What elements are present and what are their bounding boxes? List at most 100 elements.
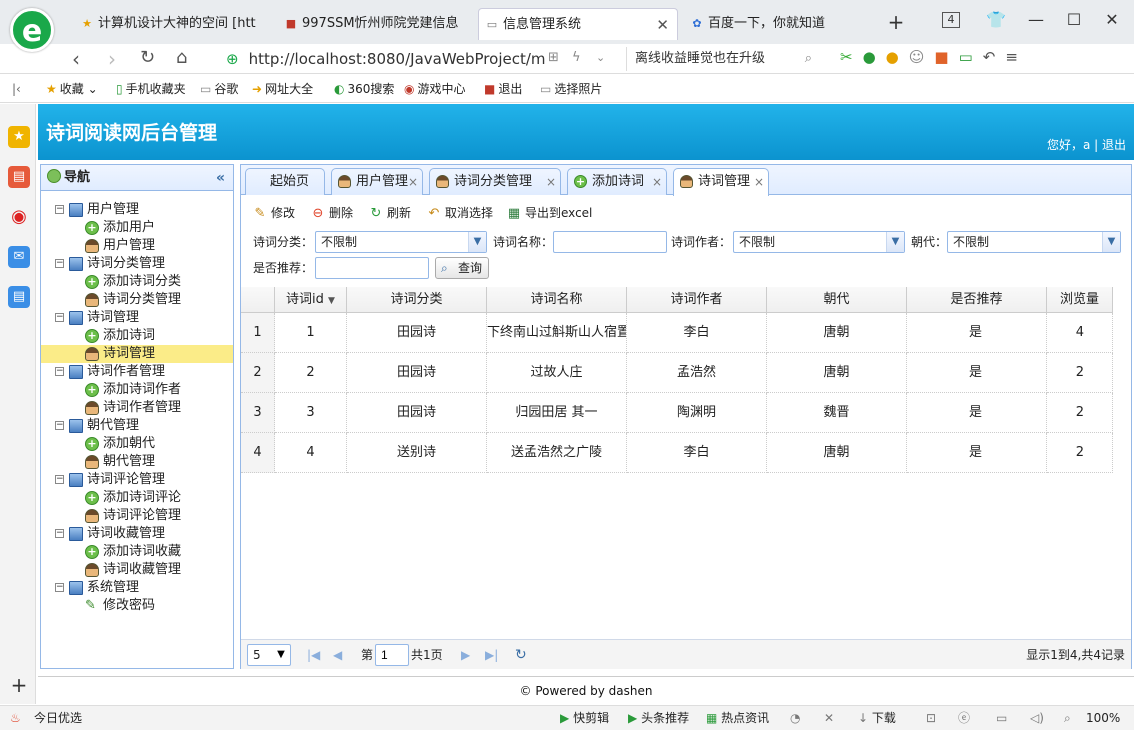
nav-item[interactable]: 诗词评论管理 — [41, 507, 233, 525]
grid-icon[interactable]: ⊞ — [548, 50, 559, 65]
search-button[interactable]: ⌕ 查询 — [435, 257, 490, 279]
reload-icon[interactable]: ↻ — [140, 47, 155, 68]
mail-icon[interactable]: ✉ — [8, 246, 30, 268]
bookmark-360[interactable]: ◐ 360搜索 — [334, 75, 394, 103]
expand-toggle-icon[interactable]: − — [55, 583, 64, 592]
chevron-down-icon[interactable]: ⌄ — [596, 51, 605, 64]
back-icon[interactable]: ‹ — [72, 47, 80, 71]
content-tab[interactable]: 诗词管理 × — [673, 168, 769, 196]
lightning-icon[interactable]: ϟ — [572, 50, 581, 65]
nav-group[interactable]: − 朝代管理 — [41, 417, 233, 435]
ie-icon[interactable]: ⓔ — [958, 706, 970, 730]
new-tab-button[interactable]: + — [886, 10, 906, 34]
prev-page-icon[interactable]: ◀ — [333, 645, 342, 665]
close-icon[interactable]: × — [408, 169, 418, 195]
search-icon[interactable]: ⌕ — [805, 47, 812, 71]
battery-icon[interactable]: ▭ — [959, 48, 983, 66]
emoji-icon[interactable]: ☺ — [909, 48, 935, 66]
expand-toggle-icon[interactable]: − — [55, 421, 64, 430]
news-search-box[interactable]: 离线收益睡觉也在升级 ⌕ — [626, 47, 822, 71]
dynasty-filter-select[interactable]: 不限制 ▼ — [947, 231, 1121, 253]
undo-icon[interactable]: ↶ — [983, 48, 1006, 66]
content-tab[interactable]: 起始页 — [245, 168, 325, 195]
last-page-icon[interactable]: ▶| — [485, 645, 498, 665]
browser-tab-4[interactable]: ✿ 百度一下，你就知道 — [684, 8, 874, 40]
home-icon[interactable]: ⌂ — [176, 47, 187, 68]
edit-button[interactable]: ✎ 修改 — [253, 203, 295, 224]
expand-toggle-icon[interactable]: − — [55, 367, 64, 376]
column-header[interactable]: 诗词id ▼ — [275, 287, 347, 313]
name-filter-input[interactable] — [553, 231, 667, 253]
browser-tab-1[interactable]: ★ 计算机设计大神的空间 [htt — [74, 8, 270, 40]
nav-item[interactable]: + 添加诗词评论 — [41, 489, 233, 507]
apps-icon[interactable]: ■ — [934, 48, 958, 66]
content-tab[interactable]: 用户管理 × — [331, 168, 423, 195]
bookmark-exit[interactable]: ■ 退出 — [484, 75, 522, 103]
export-excel-button[interactable]: ▦ 导出到excel — [507, 203, 593, 224]
window-icon[interactable]: ▭ — [996, 706, 1007, 730]
page-number-input[interactable] — [375, 644, 409, 666]
bookmark-hao[interactable]: ➜ 网址大全 — [252, 75, 313, 103]
delete-button[interactable]: ⊖ 删除 — [311, 203, 353, 224]
sidebar-toggle-icon[interactable]: |‹ — [12, 75, 21, 103]
minimize-icon[interactable]: — — [1026, 10, 1046, 29]
forward-icon[interactable]: › — [108, 47, 116, 71]
nav-group[interactable]: − 诗词分类管理 — [41, 255, 233, 273]
column-header[interactable]: 浏览量 — [1047, 287, 1113, 313]
expand-toggle-icon[interactable]: − — [55, 259, 64, 268]
nav-item[interactable]: + 添加用户 — [41, 219, 233, 237]
document-icon[interactable]: ▤ — [8, 286, 30, 308]
nav-item[interactable]: + 添加诗词 — [41, 327, 233, 345]
category-filter-select[interactable]: 不限制 ▼ — [315, 231, 487, 253]
nav-item[interactable]: 诗词收藏管理 — [41, 561, 233, 579]
nav-item[interactable]: 朝代管理 — [41, 453, 233, 471]
coin-icon[interactable]: ● — [886, 48, 909, 66]
weibo-icon[interactable]: ◉ — [8, 206, 30, 228]
nav-group[interactable]: − 系统管理 — [41, 579, 233, 597]
column-header[interactable]: 诗词分类 — [347, 287, 487, 313]
next-page-icon[interactable]: ▶ — [461, 645, 470, 665]
recommend-filter-select[interactable] — [315, 257, 429, 279]
status-clip[interactable]: ▶ 快剪辑 — [560, 706, 609, 730]
author-filter-select[interactable]: 不限制 ▼ — [733, 231, 905, 253]
nav-group[interactable]: − 诗词管理 — [41, 309, 233, 327]
content-tab[interactable]: 诗词分类管理 × — [429, 168, 561, 195]
scissors-icon[interactable]: ✂ — [840, 48, 863, 66]
nav-item[interactable]: ✎ 修改密码 — [41, 597, 233, 615]
column-header[interactable]: 朝代 — [767, 287, 907, 313]
close-icon[interactable]: × — [754, 169, 764, 195]
bookmark-photo[interactable]: ▭ 选择照片 — [540, 75, 602, 103]
column-header[interactable]: 诗词名称 — [487, 287, 627, 313]
nav-item[interactable]: 诗词作者管理 — [41, 399, 233, 417]
close-tab-icon[interactable]: ✕ — [656, 9, 669, 40]
close-window-icon[interactable]: ✕ — [1102, 10, 1122, 29]
expand-toggle-icon[interactable]: − — [55, 313, 64, 322]
tools-icon[interactable]: ✕ — [824, 706, 834, 730]
column-header[interactable]: 诗词作者 — [627, 287, 767, 313]
shirt-skin-icon[interactable]: 👕 — [986, 10, 1006, 29]
expand-toggle-icon[interactable]: − — [55, 529, 64, 538]
nav-item[interactable]: + 添加朝代 — [41, 435, 233, 453]
zoom-search-icon[interactable]: ⌕ — [1064, 706, 1071, 730]
status-headline[interactable]: ▶ 头条推荐 — [628, 706, 689, 730]
nav-item[interactable]: 用户管理 — [41, 237, 233, 255]
user-info-logout[interactable]: 您好，a | 退出 — [1047, 136, 1126, 153]
crop-icon[interactable]: ⊡ — [926, 706, 936, 730]
browser-tab-3-active[interactable]: ▭ 信息管理系统 ✕ — [478, 8, 678, 40]
maximize-icon[interactable]: ☐ — [1064, 10, 1084, 29]
page-size-select[interactable]: 5 ▼ — [247, 644, 291, 666]
nav-item[interactable]: 诗词管理 — [41, 345, 233, 363]
add-icon[interactable]: + — [8, 674, 30, 696]
status-download[interactable]: ↓ 下载 — [858, 706, 896, 730]
first-page-icon[interactable]: |◀ — [307, 645, 320, 665]
expand-toggle-icon[interactable]: − — [55, 205, 64, 214]
bookmark-favorites[interactable]: ★ 收藏 ⌄ — [46, 75, 98, 103]
volume-icon[interactable]: ◁) — [1030, 706, 1044, 730]
content-tab[interactable]: + 添加诗词 × — [567, 168, 667, 195]
tab-count-badge[interactable]: 4 — [942, 12, 960, 28]
zoom-level[interactable]: 100% — [1086, 706, 1120, 730]
browser-tab-2[interactable]: ■ 997SSM忻州师院党建信息 — [278, 8, 472, 40]
cancel-select-button[interactable]: ↶ 取消选择 — [427, 203, 493, 224]
pager-refresh-icon[interactable]: ↻ — [515, 645, 527, 665]
expand-toggle-icon[interactable]: − — [55, 475, 64, 484]
